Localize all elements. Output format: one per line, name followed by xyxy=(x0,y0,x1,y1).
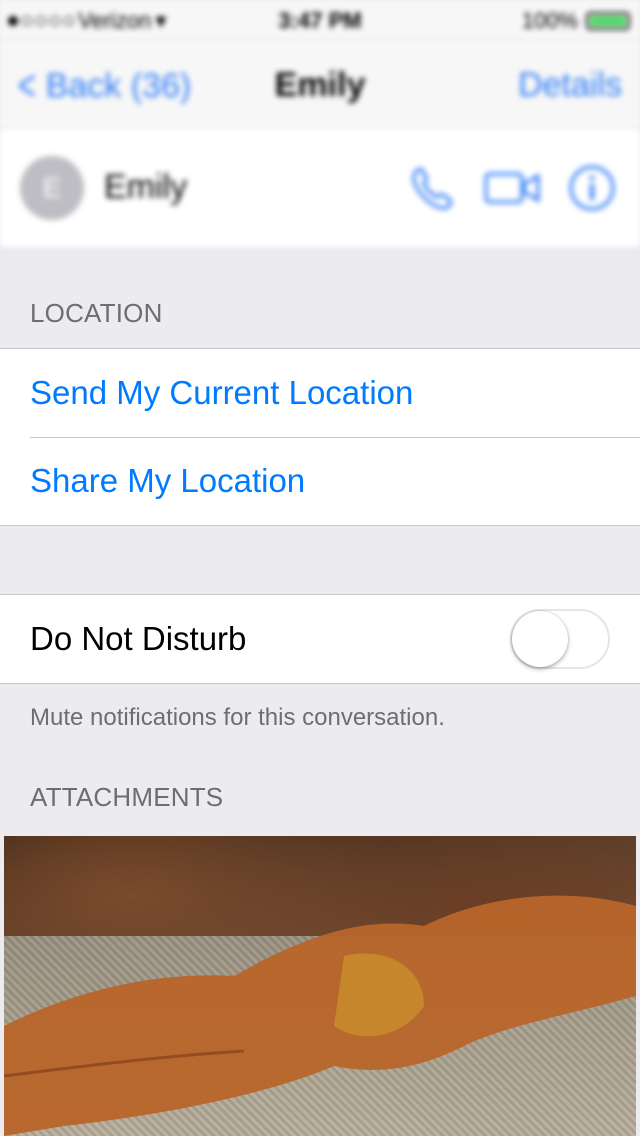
contact-name: Emily xyxy=(104,168,188,206)
messages-details-screen: Verizon ▾ 3:47 PM 100% < Back (36) Emily… xyxy=(0,0,640,1136)
toggle-knob xyxy=(512,611,568,667)
dnd-row: Do Not Disturb xyxy=(0,595,640,683)
dnd-group: Do Not Disturb xyxy=(0,594,640,684)
info-icon[interactable] xyxy=(568,164,616,212)
share-location-button[interactable]: Share My Location xyxy=(0,437,640,525)
contact-actions xyxy=(408,164,616,212)
navigation-bar: < Back (36) Emily Details xyxy=(0,40,640,129)
phone-icon[interactable] xyxy=(408,164,456,212)
battery-icon xyxy=(586,12,630,30)
battery-indicator: 100% xyxy=(522,8,630,34)
video-icon[interactable] xyxy=(484,168,540,208)
attachments-section-header: ATTACHMENTS xyxy=(30,782,224,812)
details-button[interactable]: Details xyxy=(518,66,622,105)
contact-row[interactable]: E Emily xyxy=(0,128,640,249)
attachment-thumbnail[interactable] xyxy=(4,836,636,1136)
dnd-footer-note: Mute notifications for this conversation… xyxy=(30,704,445,731)
avatar: E xyxy=(20,156,84,220)
attachment-image-figure xyxy=(4,895,636,1136)
location-group: Send My Current Location Share My Locati… xyxy=(0,348,640,526)
location-section-header: LOCATION xyxy=(30,298,163,328)
dnd-toggle[interactable] xyxy=(510,609,610,669)
send-current-location-button[interactable]: Send My Current Location xyxy=(0,349,640,437)
dnd-label: Do Not Disturb xyxy=(30,620,247,657)
status-bar: Verizon ▾ 3:47 PM 100% xyxy=(0,0,640,40)
battery-percent: 100% xyxy=(521,8,578,33)
